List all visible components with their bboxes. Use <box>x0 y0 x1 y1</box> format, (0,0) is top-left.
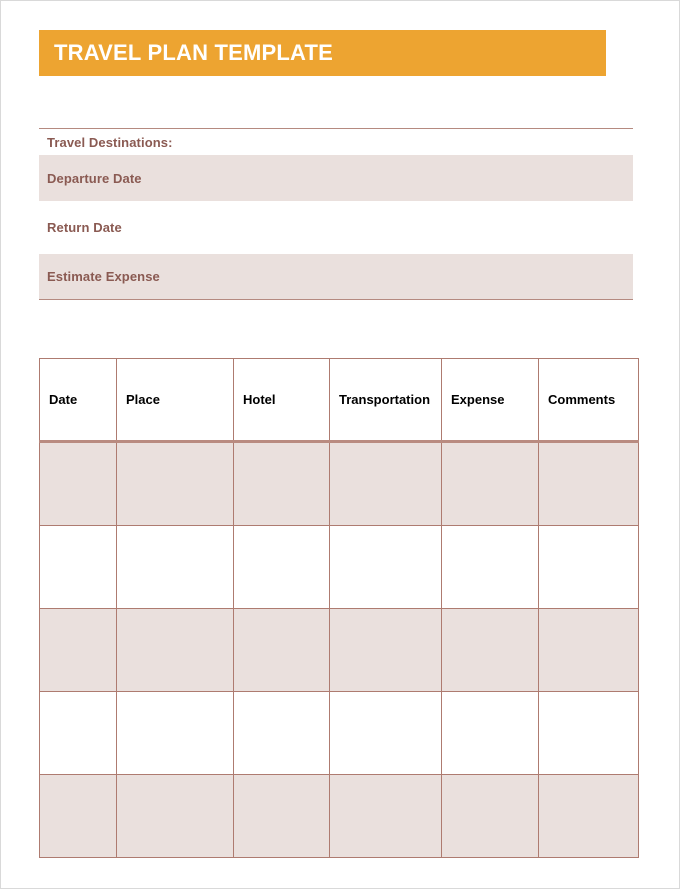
cell-date[interactable] <box>39 608 117 692</box>
cell-expense[interactable] <box>441 525 539 609</box>
cell-hotel[interactable] <box>233 525 330 609</box>
travel-destinations-label: Travel Destinations: <box>47 134 173 150</box>
cell-transportation[interactable] <box>329 525 442 609</box>
travel-plan-page: TRAVEL PLAN TEMPLATE Travel Destinations… <box>0 0 680 889</box>
cell-hotel[interactable] <box>233 691 330 775</box>
column-header-date[interactable]: Date <box>39 358 117 443</box>
cell-expense[interactable] <box>441 441 539 526</box>
itinerary-table: Date Place Hotel Transportation Expense … <box>39 358 639 858</box>
column-header-place[interactable]: Place <box>116 358 234 443</box>
return-date-label: Return Date <box>47 220 122 235</box>
cell-comments[interactable] <box>538 525 639 609</box>
page-title: TRAVEL PLAN TEMPLATE <box>54 40 333 65</box>
cell-comments[interactable] <box>538 608 639 692</box>
column-header-hotel[interactable]: Hotel <box>233 358 330 443</box>
column-header-expense[interactable]: Expense <box>441 358 539 443</box>
cell-transportation[interactable] <box>329 691 442 775</box>
cell-comments[interactable] <box>538 441 639 526</box>
cell-comments[interactable] <box>538 691 639 775</box>
cell-comments[interactable] <box>538 774 639 858</box>
table-row <box>39 774 639 858</box>
cell-date[interactable] <box>39 441 117 526</box>
departure-date-row[interactable]: Departure Date <box>39 155 633 201</box>
travel-info-block: Travel Destinations: Departure Date Retu… <box>39 128 633 300</box>
cell-expense[interactable] <box>441 774 539 858</box>
cell-date[interactable] <box>39 774 117 858</box>
estimate-expense-row[interactable]: Estimate Expense <box>39 254 633 300</box>
cell-hotel[interactable] <box>233 441 330 526</box>
cell-date[interactable] <box>39 691 117 775</box>
return-date-row[interactable]: Return Date <box>39 201 633 254</box>
estimate-expense-label: Estimate Expense <box>47 269 160 284</box>
table-row <box>39 608 639 692</box>
column-header-transportation[interactable]: Transportation <box>329 358 442 443</box>
cell-date[interactable] <box>39 525 117 609</box>
cell-hotel[interactable] <box>233 774 330 858</box>
cell-transportation[interactable] <box>329 774 442 858</box>
cell-transportation[interactable] <box>329 441 442 526</box>
cell-place[interactable] <box>116 525 234 609</box>
departure-date-label: Departure Date <box>47 170 142 186</box>
cell-expense[interactable] <box>441 608 539 692</box>
cell-expense[interactable] <box>441 691 539 775</box>
cell-place[interactable] <box>116 441 234 526</box>
itinerary-table-body <box>39 441 639 858</box>
travel-destinations-row[interactable]: Travel Destinations: <box>39 129 633 155</box>
table-row <box>39 525 639 609</box>
title-banner: TRAVEL PLAN TEMPLATE <box>39 30 606 76</box>
cell-place[interactable] <box>116 608 234 692</box>
table-row <box>39 441 639 526</box>
itinerary-table-head: Date Place Hotel Transportation Expense … <box>39 358 639 443</box>
cell-transportation[interactable] <box>329 608 442 692</box>
table-row <box>39 691 639 775</box>
cell-place[interactable] <box>116 691 234 775</box>
table-header-row: Date Place Hotel Transportation Expense … <box>39 358 639 443</box>
column-header-comments[interactable]: Comments <box>538 358 639 443</box>
cell-hotel[interactable] <box>233 608 330 692</box>
cell-place[interactable] <box>116 774 234 858</box>
